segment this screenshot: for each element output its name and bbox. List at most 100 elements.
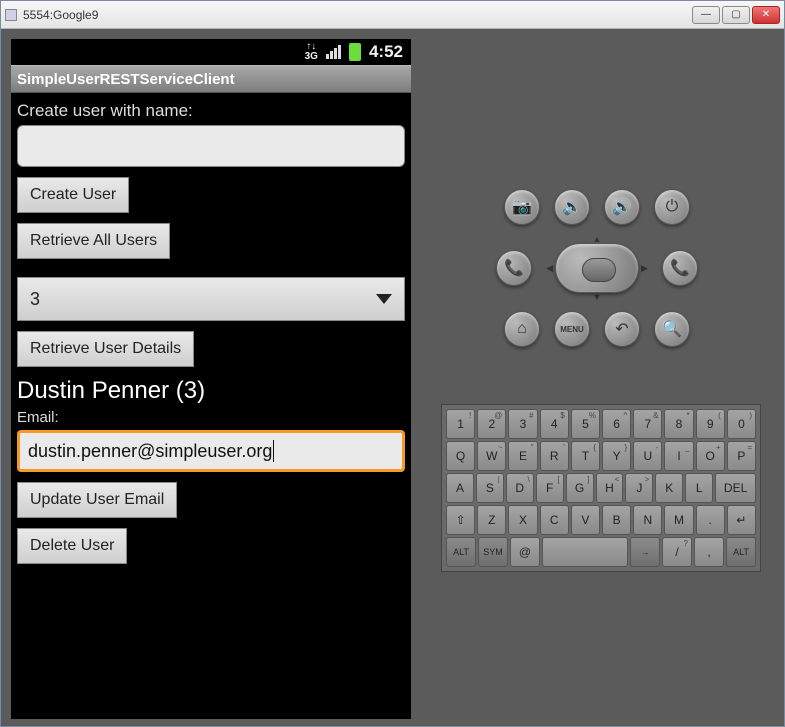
volume-up-button[interactable]: 🔊 (604, 189, 640, 225)
key-A[interactable]: A (446, 473, 474, 503)
key-Z[interactable]: Z (477, 505, 506, 535)
key-L[interactable]: L (685, 473, 713, 503)
back-button[interactable]: ↶ (604, 311, 640, 347)
key-P[interactable]: P= (727, 441, 756, 471)
menu-label: MENU (560, 325, 584, 334)
status-bar: ↑↓3G 4:52 (11, 39, 411, 65)
home-icon: ⌂ (517, 320, 527, 338)
key-E[interactable]: E" (508, 441, 537, 471)
phone-screen: ↑↓3G 4:52 SimpleUserRESTServiceClient Cr… (11, 39, 411, 719)
clock-text: 4:52 (369, 42, 403, 62)
email-value: dustin.penner@simpleuser.org (28, 441, 272, 462)
search-icon: 🔍 (662, 319, 682, 339)
power-icon: ⏻ (666, 198, 679, 216)
camera-icon: 📷 (512, 197, 532, 217)
key-T[interactable]: T{ (571, 441, 600, 471)
name-input[interactable] (17, 125, 405, 167)
maximize-button[interactable]: ▢ (722, 6, 750, 24)
close-button[interactable]: ✕ (752, 6, 780, 24)
key-⇧[interactable]: ⇧ (446, 505, 475, 535)
call-button[interactable]: 📞 (496, 250, 532, 286)
key-G[interactable]: G] (566, 473, 594, 503)
delete-user-button[interactable]: Delete User (17, 528, 127, 564)
key-K[interactable]: K (655, 473, 683, 503)
key-3[interactable]: 3# (508, 409, 537, 439)
text-caret (273, 440, 274, 462)
end-call-icon: 📞 (670, 258, 690, 278)
key-X[interactable]: X (508, 505, 537, 535)
volume-down-button[interactable]: 🔈 (554, 189, 590, 225)
window-title: 5554:Google9 (23, 8, 98, 22)
key-→[interactable]: → (630, 537, 660, 567)
create-user-label: Create user with name: (17, 101, 405, 121)
key-W[interactable]: W~ (477, 441, 506, 471)
key-N[interactable]: N (633, 505, 662, 535)
end-call-button[interactable]: 📞 (662, 250, 698, 286)
key-U[interactable]: U- (633, 441, 662, 471)
key-S[interactable]: S| (476, 473, 504, 503)
key-B[interactable]: B (602, 505, 631, 535)
key-C[interactable]: C (540, 505, 569, 535)
signal-icon (326, 45, 341, 59)
update-email-button[interactable]: Update User Email (17, 482, 177, 518)
key-I[interactable]: I_ (664, 441, 693, 471)
search-button[interactable]: 🔍 (654, 311, 690, 347)
key-DEL[interactable]: DEL (715, 473, 756, 503)
key-2[interactable]: 2@ (477, 409, 506, 439)
user-display-name: Dustin Penner (3) (17, 377, 405, 405)
minimize-button[interactable]: — (692, 6, 720, 24)
key-8[interactable]: 8* (664, 409, 693, 439)
key-SYM[interactable]: SYM (478, 537, 508, 567)
app-header: SimpleUserRESTServiceClient (11, 65, 411, 93)
key-5[interactable]: 5% (571, 409, 600, 439)
dpad-right-icon: ▶ (641, 264, 648, 272)
dropdown-value: 3 (30, 289, 40, 310)
home-button[interactable]: ⌂ (504, 311, 540, 347)
key-Y[interactable]: Y} (602, 441, 631, 471)
key-ALT[interactable]: ALT (726, 537, 756, 567)
key-@[interactable]: @ (510, 537, 540, 567)
key-D[interactable]: D\ (506, 473, 534, 503)
key-R[interactable]: R' (540, 441, 569, 471)
key-M[interactable]: M (664, 505, 693, 535)
emulator-window: 5554:Google9 — ▢ ✕ ↑↓3G 4:52 SimpleUserR… (0, 0, 785, 727)
hardware-buttons: 📷 🔈 🔊 ⏻ 📞 ▲ ◀ ▶ ▼ (487, 189, 707, 357)
titlebar: 5554:Google9 — ▢ ✕ (1, 1, 784, 29)
retrieve-all-button[interactable]: Retrieve All Users (17, 223, 170, 259)
chevron-down-icon (376, 294, 392, 304)
key-O[interactable]: O+ (696, 441, 725, 471)
threeg-icon: ↑↓3G (305, 42, 318, 62)
key-0[interactable]: 0) (727, 409, 756, 439)
key-9[interactable]: 9( (696, 409, 725, 439)
key-4[interactable]: 4$ (540, 409, 569, 439)
email-label: Email: (17, 409, 405, 426)
key-/[interactable]: /? (662, 537, 692, 567)
key-Q[interactable]: Q (446, 441, 475, 471)
dpad-center[interactable] (555, 243, 639, 293)
key-ALT[interactable]: ALT (446, 537, 476, 567)
key-1[interactable]: 1! (446, 409, 475, 439)
retrieve-details-button[interactable]: Retrieve User Details (17, 331, 194, 367)
back-icon: ↶ (615, 319, 628, 339)
key-J[interactable]: J> (625, 473, 653, 503)
hardware-keyboard: 1!2@3#4$5%6^7&8*9(0) QW~E"R'T{Y}U-I_O+P=… (441, 404, 761, 572)
user-dropdown[interactable]: 3 (17, 277, 405, 321)
key-7[interactable]: 7& (633, 409, 662, 439)
emulator-side-panel: 📷 🔈 🔊 ⏻ 📞 ▲ ◀ ▶ ▼ (427, 39, 774, 716)
create-user-button[interactable]: Create User (17, 177, 129, 213)
dpad-left-icon: ◀ (546, 264, 553, 272)
power-button[interactable]: ⏻ (654, 189, 690, 225)
key-,[interactable]: , (694, 537, 724, 567)
key-H[interactable]: H< (596, 473, 624, 503)
key-↵[interactable]: ↵ (727, 505, 756, 535)
key-.[interactable]: . (696, 505, 725, 535)
key-6[interactable]: 6^ (602, 409, 631, 439)
vol-down-icon: 🔈 (562, 197, 582, 217)
battery-icon (349, 43, 361, 61)
key-F[interactable]: F[ (536, 473, 564, 503)
key-V[interactable]: V (571, 505, 600, 535)
key-space[interactable] (542, 537, 628, 567)
camera-button[interactable]: 📷 (504, 189, 540, 225)
email-input[interactable]: dustin.penner@simpleuser.org (17, 430, 405, 472)
menu-button[interactable]: MENU (554, 311, 590, 347)
